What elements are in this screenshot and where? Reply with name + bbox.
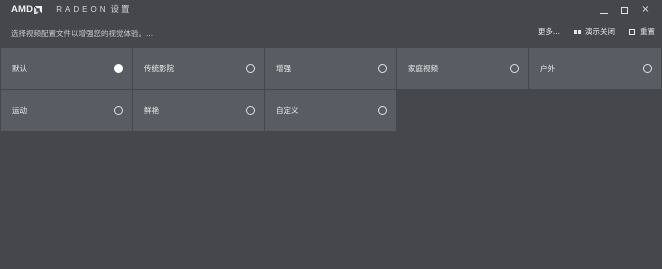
profile-label: 户外 bbox=[540, 64, 555, 73]
radio-icon bbox=[114, 106, 123, 115]
profile-tile-custom[interactable]: 自定义 bbox=[265, 90, 396, 131]
profile-label: 增强 bbox=[276, 64, 291, 73]
minimize-button[interactable] bbox=[593, 2, 614, 18]
reset-label: 重置 bbox=[640, 27, 655, 36]
profile-label: 鲜艳 bbox=[144, 106, 159, 115]
radio-icon bbox=[246, 64, 255, 73]
subheader: 选择视频配置文件以增强您的视觉体验。... 更多... 演示关闭 重置 bbox=[0, 22, 662, 44]
app-title: 设置 bbox=[110, 5, 132, 15]
radio-icon bbox=[510, 64, 519, 73]
profile-tile-enhanced[interactable]: 增强 bbox=[265, 48, 396, 89]
demo-split-icon bbox=[574, 30, 581, 34]
radio-icon bbox=[643, 64, 652, 73]
reset-button[interactable]: 重置 bbox=[629, 27, 655, 37]
header-actions: 更多... 演示关闭 重置 bbox=[538, 27, 655, 37]
amd-logo: AMD bbox=[11, 4, 34, 15]
maximize-icon bbox=[621, 6, 628, 14]
profile-tile-outdoor[interactable]: 户外 bbox=[529, 48, 661, 89]
close-button[interactable]: × bbox=[635, 2, 656, 18]
close-icon: × bbox=[641, 4, 650, 15]
instruction-text: 选择视频配置文件以增强您的视觉体验。... bbox=[11, 29, 154, 38]
window-controls: × bbox=[593, 2, 656, 18]
radeon-settings-window: AMD RADEON 设置 × 选择视频配置文件以增强您的视觉体验。... 更多… bbox=[0, 0, 662, 269]
maximize-button[interactable] bbox=[614, 2, 635, 18]
radio-icon bbox=[378, 106, 387, 115]
more-link[interactable]: 更多... bbox=[538, 27, 560, 37]
radio-icon bbox=[378, 64, 387, 73]
demo-label: 演示关闭 bbox=[585, 27, 615, 36]
reset-icon bbox=[629, 29, 635, 35]
profile-label: 家庭视频 bbox=[408, 64, 438, 73]
profile-tile-sports[interactable]: 运动 bbox=[1, 90, 132, 131]
profile-label: 运动 bbox=[12, 106, 27, 115]
amd-arrow-icon bbox=[34, 6, 43, 14]
profile-tile-default[interactable]: 默认 bbox=[1, 48, 132, 89]
minimize-icon bbox=[599, 13, 608, 14]
radio-icon bbox=[114, 64, 123, 73]
product-name: RADEON bbox=[56, 5, 109, 14]
profile-label: 自定义 bbox=[276, 106, 299, 115]
app-brand: AMD RADEON 设置 bbox=[11, 4, 132, 16]
profile-tile-home-video[interactable]: 家庭视频 bbox=[397, 48, 528, 89]
radio-icon bbox=[246, 106, 255, 115]
profile-label: 传统影院 bbox=[144, 64, 174, 73]
profile-tile-cinema[interactable]: 传统影院 bbox=[133, 48, 264, 89]
title-bar: AMD RADEON 设置 × bbox=[0, 0, 662, 20]
profile-label: 默认 bbox=[12, 64, 27, 73]
profile-tile-vivid[interactable]: 鲜艳 bbox=[133, 90, 264, 131]
more-label: 更多... bbox=[537, 27, 560, 36]
demo-toggle-button[interactable]: 演示关闭 bbox=[574, 27, 615, 37]
